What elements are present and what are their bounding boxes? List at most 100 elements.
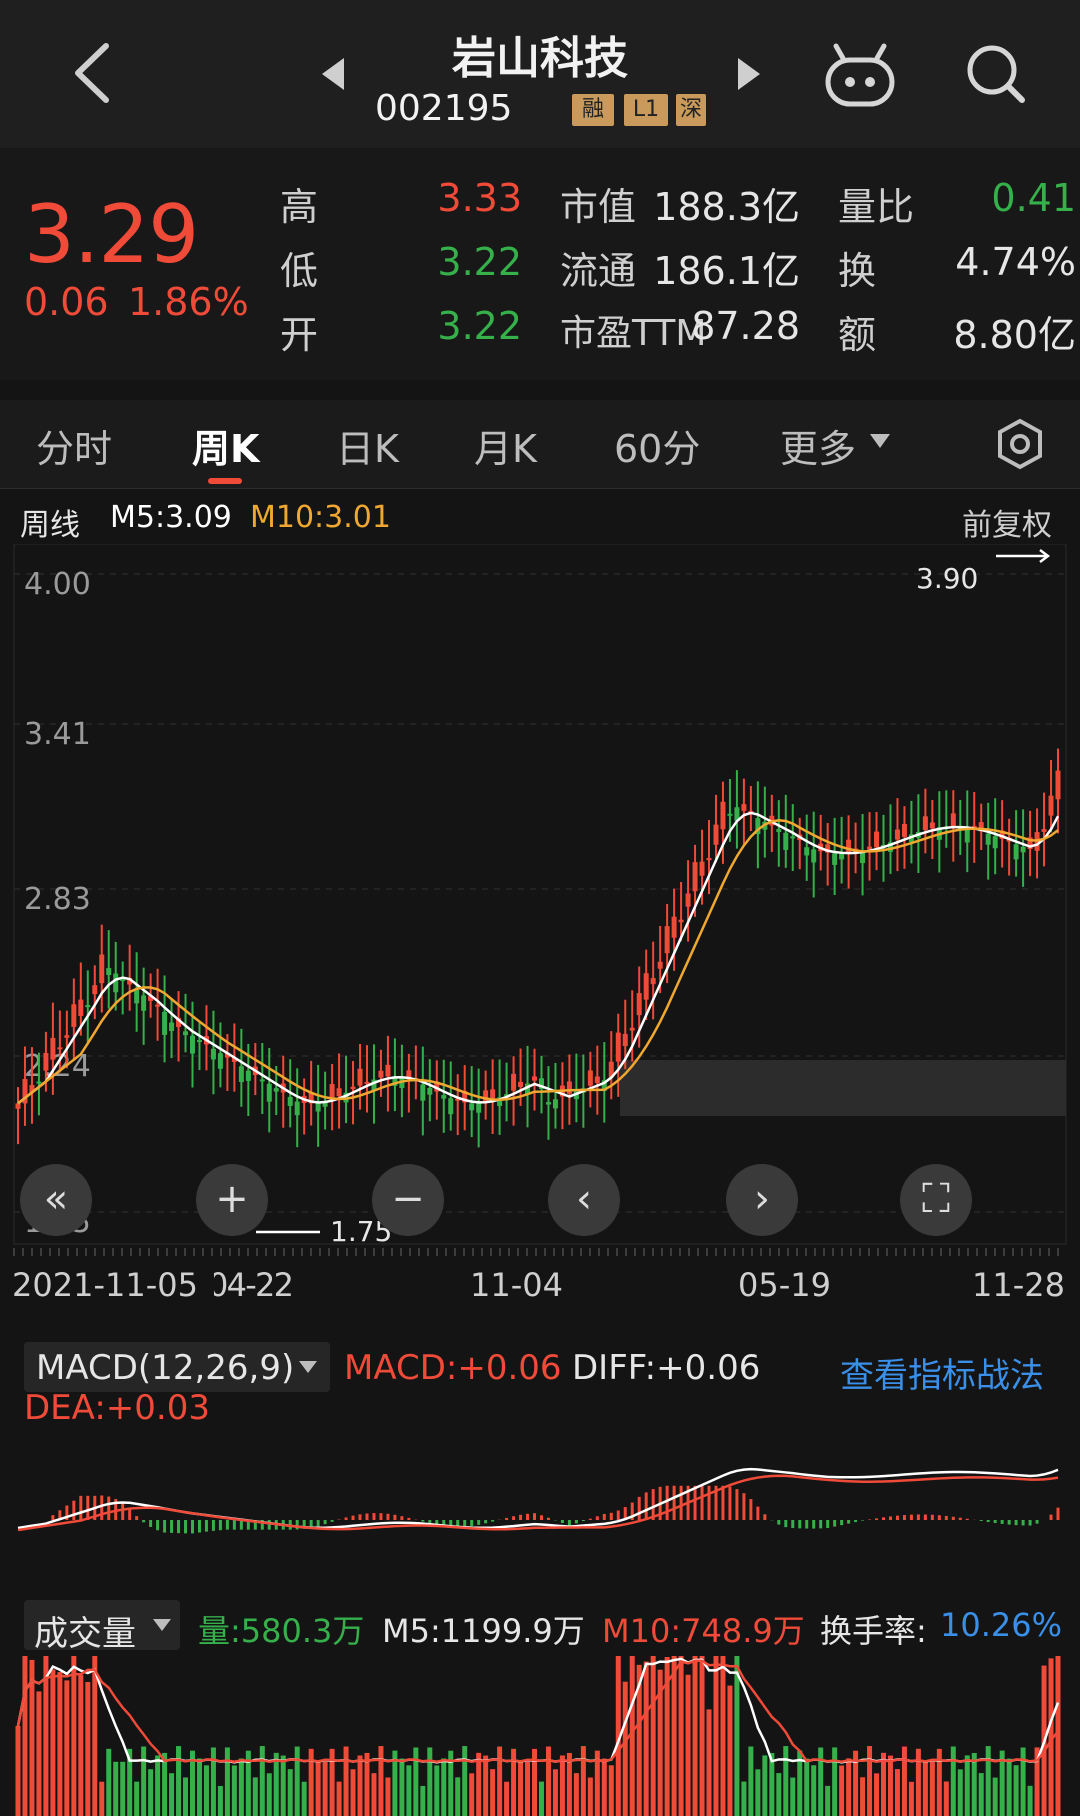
robot-icon[interactable] — [822, 40, 898, 110]
active-tab-indicator — [208, 478, 242, 484]
volume-selector[interactable]: 成交量 — [24, 1600, 180, 1654]
volume-bar — [678, 1656, 684, 1816]
volume-ma5: M5:1199.9万 — [382, 1612, 585, 1650]
volume-bar — [825, 1785, 831, 1816]
candle-body — [441, 1095, 447, 1099]
volume-bar — [860, 1777, 866, 1816]
dropdown-icon — [299, 1361, 317, 1373]
volume-bar — [957, 1769, 963, 1816]
volume-bar — [580, 1746, 586, 1816]
volume-value: 量:580.3万 — [198, 1612, 365, 1650]
candle-body — [790, 836, 796, 839]
volume-bar — [141, 1746, 147, 1816]
volume-bar — [357, 1755, 363, 1816]
high-label: 高 — [280, 185, 319, 229]
y-axis-label: 4.00 — [24, 567, 91, 602]
scroll-right-button[interactable]: › — [726, 1164, 798, 1236]
volume-bar — [420, 1785, 426, 1816]
search-icon[interactable] — [964, 42, 1028, 106]
dropdown-icon — [153, 1619, 171, 1631]
macd-selector-label: MACD(12,26,9) — [36, 1348, 295, 1388]
candle-body — [664, 926, 670, 954]
candle-body — [36, 1081, 42, 1084]
margin-tag: 融 — [572, 94, 614, 126]
volume-bar — [985, 1746, 991, 1816]
volume-bar — [650, 1656, 656, 1816]
volume-bar — [783, 1746, 789, 1816]
candle-body — [518, 1081, 524, 1087]
volume-bar — [894, 1769, 900, 1816]
low-value: 3.22 — [437, 240, 522, 284]
settings-icon[interactable] — [994, 418, 1046, 470]
candle-body — [950, 813, 956, 827]
next-stock-icon[interactable] — [734, 56, 762, 92]
candle-body — [706, 858, 712, 861]
volume-bar — [210, 1747, 216, 1816]
scroll-left-button[interactable]: ‹ — [548, 1164, 620, 1236]
volume-bar — [378, 1746, 384, 1816]
macd-chart[interactable] — [0, 1388, 1080, 1564]
volume-bar — [155, 1755, 161, 1816]
adjust-mode[interactable]: 前复权 — [962, 500, 1052, 544]
volume-bar — [908, 1781, 914, 1816]
candle-body — [894, 829, 900, 840]
volume-bar — [490, 1769, 496, 1816]
y-axis-label: 3.41 — [24, 717, 91, 752]
volume-bar — [504, 1781, 510, 1816]
tab-timeshare[interactable]: 分时 — [36, 418, 112, 473]
candle-body — [315, 1102, 321, 1112]
candle-body — [169, 1022, 175, 1031]
tab-weekly[interactable]: 周K — [192, 418, 259, 473]
volume-bar — [71, 1656, 77, 1816]
candle-body — [469, 1103, 475, 1111]
volume-bar — [692, 1656, 698, 1816]
candle-body — [113, 973, 119, 993]
volume-bar — [839, 1765, 845, 1816]
volume-bar — [287, 1769, 293, 1816]
macd-selector[interactable]: MACD(12,26,9) — [24, 1342, 330, 1392]
candle-body — [385, 1064, 391, 1077]
volume-bar — [552, 1769, 558, 1816]
volume-bar — [120, 1761, 126, 1816]
volume-bar — [518, 1761, 524, 1816]
candle-body — [238, 1066, 244, 1083]
volume-bar — [601, 1758, 607, 1816]
float-label: 流通 — [560, 249, 637, 293]
candle-body — [727, 813, 733, 816]
zoom-in-button[interactable]: + — [196, 1164, 268, 1236]
candle-body — [92, 985, 98, 995]
volume-bar — [92, 1656, 98, 1816]
tab-60min[interactable]: 60分 — [614, 418, 700, 473]
y-axis-label: 2.83 — [24, 882, 91, 917]
volume-bar — [1020, 1747, 1026, 1816]
candle-body — [1013, 844, 1019, 860]
zoom-out-button[interactable]: − — [372, 1164, 444, 1236]
candle-body — [985, 833, 991, 845]
volume-bar — [203, 1765, 209, 1816]
volume-bar — [252, 1777, 258, 1816]
tab-monthly[interactable]: 月K — [474, 418, 537, 473]
candle-body — [134, 989, 140, 1004]
ma5-value: M5:3.09 — [110, 500, 232, 535]
candle-body — [811, 849, 817, 863]
candle-body — [329, 1084, 335, 1100]
candle-body — [357, 1068, 363, 1086]
volume-bar — [643, 1661, 649, 1816]
mktcap-value: 188.3亿 — [653, 185, 800, 229]
candle-body — [15, 1103, 21, 1109]
tab-more[interactable]: 更多 — [780, 418, 856, 473]
tab-daily[interactable]: 日K — [336, 418, 399, 473]
x-axis-label: 04-22 — [208, 1266, 294, 1304]
volume-bar — [343, 1746, 349, 1816]
scroll-left-fast-button[interactable]: « — [20, 1164, 92, 1236]
candle-body — [273, 1088, 279, 1092]
candle-body — [427, 1087, 433, 1095]
fullscreen-button[interactable]: ⛶ — [900, 1164, 972, 1236]
volume-bar — [971, 1752, 977, 1816]
volume-chart[interactable] — [0, 1650, 1080, 1816]
float-value: 186.1亿 — [653, 249, 800, 293]
volume-bar — [950, 1746, 956, 1816]
dropdown-icon[interactable] — [868, 432, 892, 450]
open-label: 开 — [280, 313, 319, 357]
ma5-line — [17, 811, 1060, 1105]
